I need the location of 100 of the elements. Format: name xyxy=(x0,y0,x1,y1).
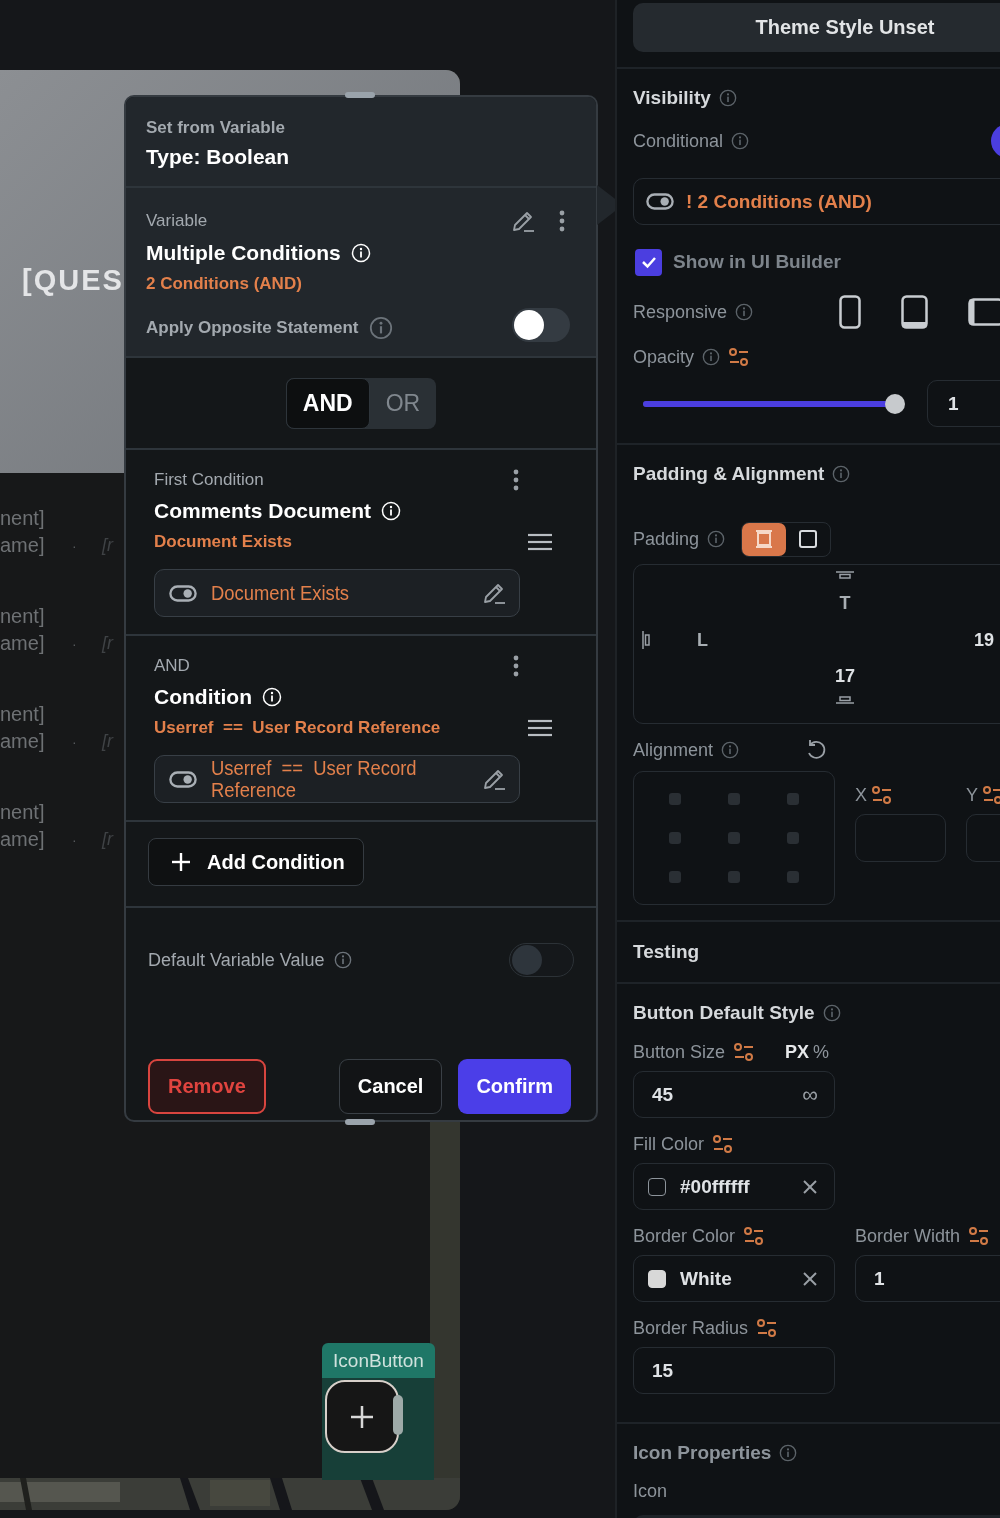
color-swatch[interactable] xyxy=(648,1177,666,1196)
square-icon xyxy=(798,529,819,549)
dialog-button[interactable]: Remove xyxy=(148,1059,266,1114)
opacity-field[interactable]: 1 xyxy=(927,380,1000,427)
condition-value: Userref == User Record Reference xyxy=(211,757,418,801)
condition-label: AND xyxy=(154,656,190,676)
sliders-icon[interactable] xyxy=(756,1317,779,1339)
field-value: 1 xyxy=(873,1267,886,1290)
link-toggle[interactable]: ∞ xyxy=(802,1081,818,1108)
field-value: 15 xyxy=(651,1359,675,1382)
padding-top-value[interactable]: T xyxy=(839,592,851,614)
info-icon xyxy=(779,1444,798,1462)
theme-style-button[interactable]: Theme Style Unset xyxy=(633,3,1000,52)
sliders-icon[interactable] xyxy=(733,1041,756,1063)
padding-bottom-value[interactable]: 17 xyxy=(835,665,855,687)
opposite-toggle[interactable] xyxy=(512,308,570,342)
more-icon[interactable] xyxy=(558,210,566,232)
list-item-subtitle: ame] xyxy=(0,828,46,851)
sliders-icon[interactable] xyxy=(728,346,751,368)
padding-right-value[interactable]: 19 xyxy=(973,629,994,651)
more-icon[interactable] xyxy=(512,655,520,677)
unit-option[interactable]: % xyxy=(813,1041,830,1063)
sliders-icon[interactable] xyxy=(743,1225,766,1247)
plus-icon xyxy=(171,852,191,872)
list-item-subtitle: ame] xyxy=(0,534,46,557)
field-value: #00ffffff xyxy=(680,1175,751,1198)
more-icon[interactable] xyxy=(512,469,520,491)
info-icon xyxy=(261,687,282,707)
per-side-padding-toggle[interactable] xyxy=(742,522,787,556)
border-color-field[interactable]: White xyxy=(633,1255,835,1302)
unit-option[interactable]: PX xyxy=(785,1041,810,1063)
info-icon xyxy=(822,1004,841,1022)
x-offset-field[interactable] xyxy=(855,814,946,862)
padding-left-value[interactable]: L xyxy=(697,629,974,651)
tablet-icon[interactable] xyxy=(901,295,929,329)
section-title: Icon Properties xyxy=(633,1442,772,1464)
option-label: Default Variable Value xyxy=(148,949,325,971)
border-width-field[interactable]: 1 xyxy=(855,1255,1000,1302)
info-icon xyxy=(381,501,402,521)
button-size-field[interactable]: 45 ∞ xyxy=(633,1071,835,1118)
padding-sides-icon xyxy=(754,529,775,549)
desktop-icon[interactable] xyxy=(968,298,1000,326)
info-icon xyxy=(832,465,851,483)
condition-chip[interactable]: ! 2 Conditions (AND) xyxy=(633,178,1000,225)
dialog-button[interactable]: Cancel xyxy=(338,1059,443,1114)
operator-option[interactable]: OR xyxy=(369,377,437,429)
field-label: Conditional xyxy=(633,130,724,152)
checkbox[interactable] xyxy=(635,248,662,276)
info-icon xyxy=(368,316,393,340)
dialog-title: Type: Boolean xyxy=(146,145,291,169)
operator-option[interactable]: AND xyxy=(285,377,370,429)
variable-name: Multiple Conditions xyxy=(146,241,341,265)
reset-icon[interactable] xyxy=(805,739,828,761)
border-radius-field[interactable]: 15 xyxy=(633,1347,835,1394)
separator-dot: · xyxy=(72,537,78,554)
dialog-caption: Set from Variable xyxy=(146,117,286,139)
fill-color-field[interactable]: #00ffffff xyxy=(633,1163,835,1210)
drag-handle[interactable] xyxy=(345,1119,375,1125)
list-item-title: nent] xyxy=(0,703,45,726)
plus-icon xyxy=(349,1403,375,1430)
toggle-icon xyxy=(169,584,197,602)
drag-handle-icon[interactable] xyxy=(528,719,552,737)
field-label: Border Width xyxy=(855,1225,961,1247)
info-icon xyxy=(731,132,750,150)
condition-field[interactable]: Document Exists xyxy=(154,569,520,617)
field-label: Fill Color xyxy=(633,1133,704,1155)
dialog-button[interactable]: Confirm xyxy=(458,1059,572,1114)
sliders-icon[interactable] xyxy=(871,784,893,806)
field-label: Y xyxy=(966,784,978,806)
condition-summary: Document Exists xyxy=(154,532,292,552)
info-icon xyxy=(334,951,353,969)
list-item-title: nent] xyxy=(0,507,45,530)
separator-dot: · xyxy=(72,733,78,750)
opacity-slider[interactable] xyxy=(643,393,905,414)
left-edge-icon xyxy=(642,631,650,649)
resize-handle[interactable] xyxy=(393,1395,403,1435)
section-title: Visibility xyxy=(633,87,711,109)
add-condition-button[interactable]: Add Condition xyxy=(148,838,364,886)
info-icon xyxy=(702,348,721,366)
close-icon[interactable] xyxy=(802,1270,818,1287)
sliders-icon[interactable] xyxy=(712,1133,734,1155)
top-edge-icon xyxy=(836,571,854,579)
info-icon xyxy=(718,89,737,107)
drag-handle-icon[interactable] xyxy=(528,533,552,551)
add-icon-button[interactable] xyxy=(325,1380,399,1453)
sliders-icon[interactable] xyxy=(982,784,1000,806)
drag-handle[interactable] xyxy=(345,92,375,98)
section-title: Testing xyxy=(633,941,700,963)
condition-value: ! 2 Conditions (AND) xyxy=(686,190,872,213)
condition-field[interactable]: Userref == User Record Reference xyxy=(154,755,520,803)
field-label: Opacity xyxy=(633,346,695,368)
field-label: Border Radius xyxy=(633,1317,749,1339)
condition-label: First Condition xyxy=(154,470,264,490)
info-icon xyxy=(350,243,371,263)
field-label: Border Color xyxy=(633,1225,736,1247)
sliders-icon[interactable] xyxy=(968,1225,991,1247)
close-icon[interactable] xyxy=(802,1178,818,1195)
field-label: Responsive xyxy=(633,301,728,323)
section-title: Padding & Alignment xyxy=(633,463,825,485)
phone-icon[interactable] xyxy=(839,295,862,329)
